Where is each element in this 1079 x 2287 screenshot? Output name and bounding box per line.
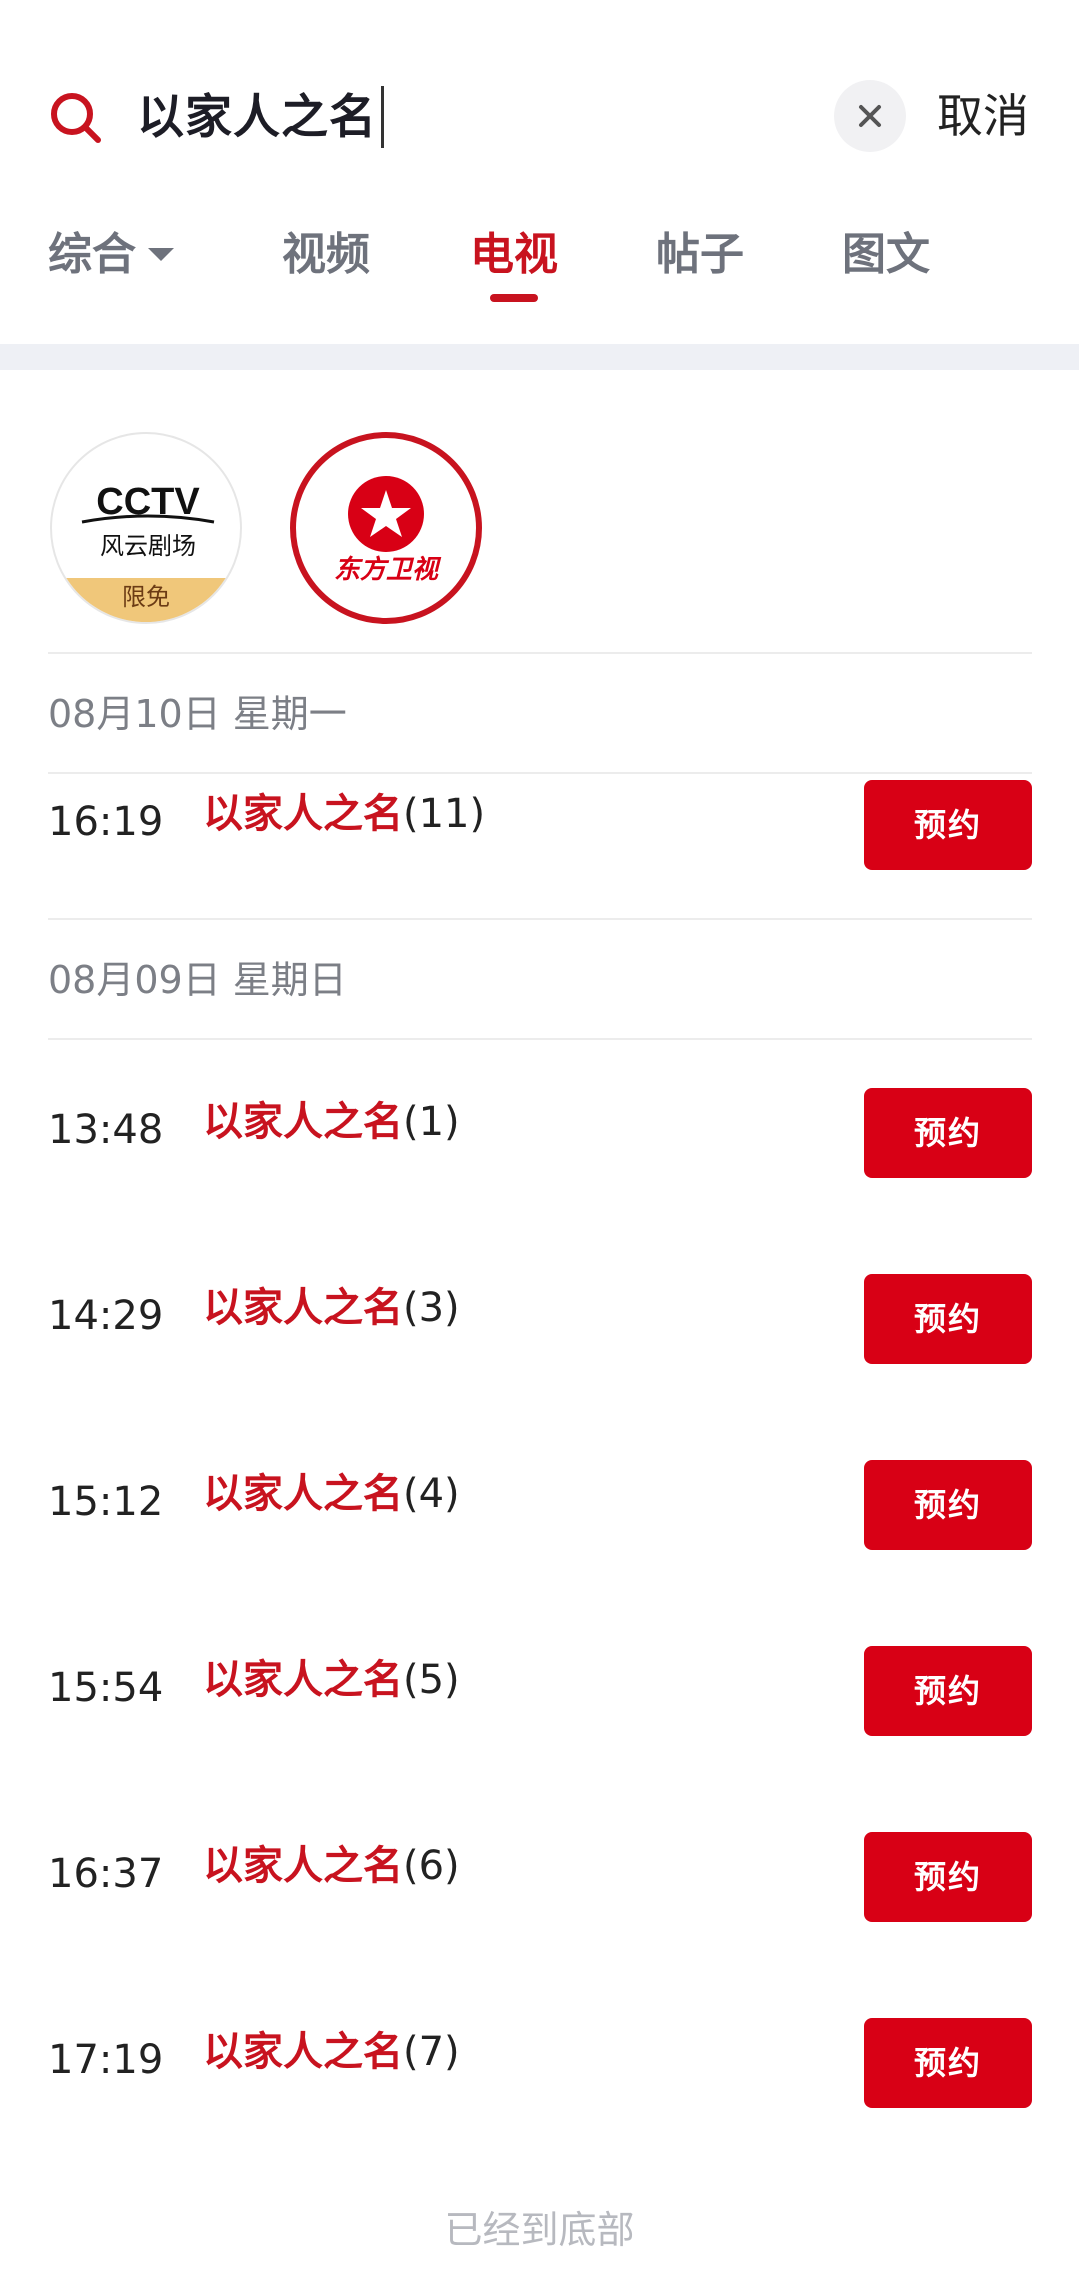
chevron-down-icon <box>148 247 174 261</box>
active-tab-indicator <box>490 294 538 302</box>
program-time: 16:19 <box>48 799 164 845</box>
schedule-row: 14:29 以家人之名(3) 预约 <box>0 1266 1079 1366</box>
channel-logo-text: 东方卫视 <box>334 555 442 585</box>
reserve-button[interactable]: 预约 <box>864 1274 1032 1364</box>
program-title[interactable]: 以家人之名(1) <box>203 1092 460 1152</box>
search-query: 以家人之名 <box>137 90 377 145</box>
program-title[interactable]: 以家人之名(7) <box>203 2022 460 2082</box>
program-name: 以家人之名 <box>203 1657 403 1703</box>
divider <box>48 918 1032 920</box>
program-time: 15:12 <box>48 1479 164 1525</box>
program-episode: (11) <box>403 791 486 837</box>
reserve-button[interactable]: 预约 <box>864 1460 1032 1550</box>
close-icon <box>859 105 881 127</box>
free-badge: 限免 <box>52 578 240 622</box>
program-name: 以家人之名 <box>203 791 403 837</box>
program-title[interactable]: 以家人之名(11) <box>203 784 485 844</box>
program-time: 16:37 <box>48 1851 164 1897</box>
program-episode: (4) <box>403 1471 460 1517</box>
end-of-list-text: 已经到底部 <box>444 2208 635 2252</box>
cancel-button[interactable]: 取消 <box>937 82 1029 150</box>
search-tabs: 综合 视频 电视 帖子 图文 <box>0 220 1079 320</box>
program-name: 以家人之名 <box>203 1843 403 1889</box>
reserve-button[interactable]: 预约 <box>864 780 1032 870</box>
divider <box>48 1038 1032 1040</box>
channel-cctv-fengyun[interactable]: CCTV 风云剧场 限免 <box>50 432 242 624</box>
schedule-row: 15:54 以家人之名(5) 预约 <box>0 1638 1079 1738</box>
program-time: 15:54 <box>48 1665 164 1711</box>
schedule-row: 13:48 以家人之名(1) 预约 <box>0 1080 1079 1180</box>
tab-articles[interactable]: 图文 <box>842 220 930 290</box>
program-name: 以家人之名 <box>203 1285 403 1331</box>
clear-search-button[interactable] <box>834 80 906 152</box>
cctv-logo: CCTV 风云剧场 <box>81 481 215 560</box>
channel-dragon-tv[interactable]: 东方卫视 <box>290 432 482 624</box>
program-title[interactable]: 以家人之名(3) <box>203 1278 460 1338</box>
program-title[interactable]: 以家人之名(5) <box>203 1650 460 1710</box>
tab-video[interactable]: 视频 <box>282 220 370 290</box>
search-input[interactable]: 以家人之名 <box>137 78 384 158</box>
schedule-row: 16:19 以家人之名(11) 预约 <box>0 772 1079 872</box>
schedule-row: 17:19 以家人之名(7) 预约 <box>0 2010 1079 2110</box>
reserve-button[interactable]: 预约 <box>864 1832 1032 1922</box>
program-time: 13:48 <box>48 1107 164 1153</box>
program-name: 以家人之名 <box>203 1099 403 1145</box>
date-header: 08月09日 星期日 <box>48 958 347 1002</box>
channel-subtitle: 风云剧场 <box>100 532 196 560</box>
section-divider <box>0 344 1079 370</box>
tab-tv[interactable]: 电视 <box>470 220 558 290</box>
reserve-button[interactable]: 预约 <box>864 1088 1032 1178</box>
date-header: 08月10日 星期一 <box>48 692 347 736</box>
program-time: 17:19 <box>48 2037 164 2083</box>
program-title[interactable]: 以家人之名(6) <box>203 1836 460 1896</box>
search-bar: 以家人之名 取消 <box>0 0 1079 200</box>
schedule-row: 15:12 以家人之名(4) 预约 <box>0 1452 1079 1552</box>
program-name: 以家人之名 <box>203 1471 403 1517</box>
dragon-tv-logo: 东方卫视 <box>334 476 442 585</box>
program-episode: (5) <box>403 1657 460 1703</box>
tab-comprehensive[interactable]: 综合 <box>48 220 174 290</box>
text-caret <box>381 85 384 148</box>
program-name: 以家人之名 <box>203 2029 403 2075</box>
program-episode: (6) <box>403 1843 460 1889</box>
program-title[interactable]: 以家人之名(4) <box>203 1464 460 1524</box>
program-episode: (7) <box>403 2029 460 2075</box>
tab-posts[interactable]: 帖子 <box>656 220 744 290</box>
tab-label: 综合 <box>48 229 136 280</box>
program-time: 14:29 <box>48 1293 164 1339</box>
search-icon <box>51 93 101 143</box>
reserve-button[interactable]: 预约 <box>864 2018 1032 2108</box>
schedule-row: 16:37 以家人之名(6) 预约 <box>0 1824 1079 1924</box>
divider <box>48 652 1032 654</box>
reserve-button[interactable]: 预约 <box>864 1646 1032 1736</box>
program-episode: (3) <box>403 1285 460 1331</box>
program-episode: (1) <box>403 1099 460 1145</box>
